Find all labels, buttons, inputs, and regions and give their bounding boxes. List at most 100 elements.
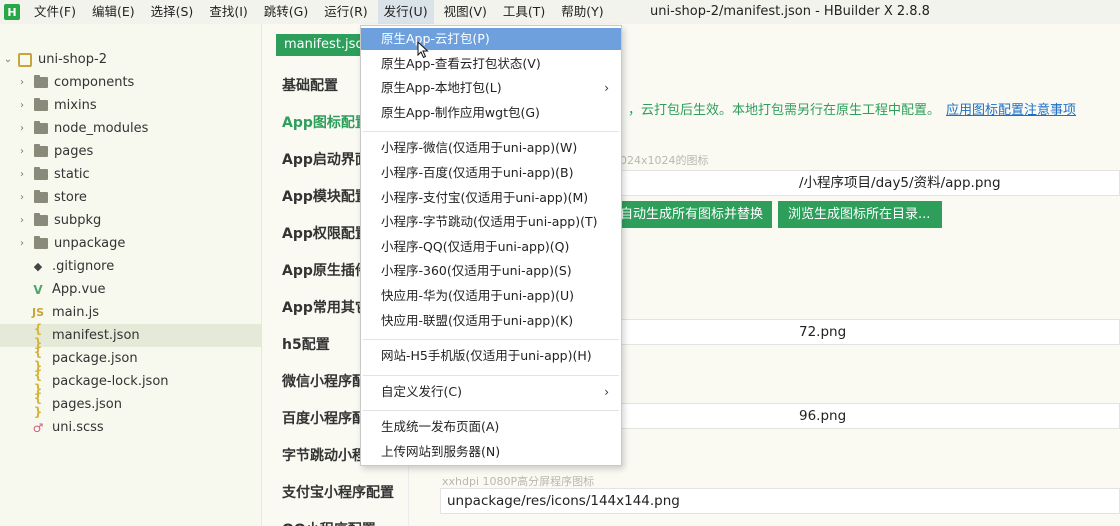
browse-icons-button[interactable]: 浏览生成图标所在目录... <box>778 201 942 228</box>
menu-item-label: 小程序-微信(仅适用于uni-app)(W) <box>381 140 578 156</box>
publish-menu-item[interactable]: 生成统一发布页面(A) <box>361 416 621 438</box>
mouse-cursor-icon <box>417 41 429 59</box>
tree-label: mixins <box>54 98 97 113</box>
chevron-right-icon[interactable]: › <box>16 238 28 249</box>
menu-item-label: 快应用-联盟(仅适用于uni-app)(K) <box>381 312 574 328</box>
menu-item-label: 小程序-百度(仅适用于uni-app)(B) <box>381 165 574 180</box>
folder-icon <box>34 121 48 134</box>
tree-item[interactable]: › components <box>0 71 262 94</box>
tree-item[interactable]: ◆ .gitignore <box>0 255 262 278</box>
vue-file-icon: V <box>33 282 43 297</box>
tree-item[interactable]: V App.vue <box>0 278 262 301</box>
icon-144-field[interactable]: unpackage/res/icons/144x144.png <box>440 488 1120 514</box>
publish-menu-item[interactable]: 原生App-查看云打包状态(V) <box>361 53 621 75</box>
tree-label: pages <box>54 144 94 159</box>
menu-select[interactable]: 选择(S) <box>145 0 200 24</box>
menu-item-label: 自定义发行(C) <box>381 383 462 399</box>
chevron-right-icon[interactable]: › <box>16 192 28 203</box>
publish-menu-item[interactable]: 小程序-360(仅适用于uni-app)(S) <box>361 260 621 282</box>
publish-menu-item[interactable]: 小程序-支付宝(仅适用于uni-app)(M) <box>361 187 621 209</box>
publish-menu-item[interactable]: 小程序-字节跳动(仅适用于uni-app)(T) <box>361 211 621 233</box>
tree-item[interactable]: › subpkg <box>0 209 262 232</box>
tree-label: App.vue <box>52 282 106 297</box>
config-nav-item[interactable]: App权限配置 <box>282 223 369 243</box>
tree-item[interactable]: › static <box>0 163 262 186</box>
config-nav-item[interactable]: App图标配置 <box>282 112 369 132</box>
tree-project-root[interactable]: ⌄ uni-shop-2 <box>0 48 262 71</box>
tree-item[interactable]: › unpackage <box>0 232 262 255</box>
tree-label: pages.json <box>52 397 122 412</box>
config-nav-item[interactable]: App模块配置 <box>282 186 369 206</box>
chevron-down-icon[interactable]: ⌄ <box>2 54 14 65</box>
folder-icon <box>34 213 48 226</box>
publish-menu-dropdown: 原生App-云打包(P) 原生App-查看云打包状态(V) 原生App-本地打包(L… <box>360 25 622 466</box>
js-file-icon: JS <box>31 306 44 319</box>
tree-label: components <box>54 75 135 90</box>
folder-icon <box>34 75 48 88</box>
menu-item-label: 生成统一发布页面(A) <box>381 419 500 435</box>
config-nav-item[interactable]: h5配置 <box>282 334 330 354</box>
autogen-icons-button[interactable]: 自动生成所有图标并替换 <box>612 201 772 228</box>
menu-help[interactable]: 帮助(Y) <box>555 0 609 24</box>
chevron-right-icon[interactable]: › <box>16 100 28 111</box>
tree-item[interactable]: › node_modules <box>0 117 262 140</box>
tree-item[interactable]: › store <box>0 186 262 209</box>
menu-goto[interactable]: 跳转(G) <box>258 0 314 24</box>
hint-xxhdpi: xxhdpi 1080P高分屏程序图标 <box>442 475 595 488</box>
tree-label: static <box>54 167 90 182</box>
menu-item-label: 原生App-云打包(P) <box>381 31 490 46</box>
chevron-right-icon[interactable]: › <box>16 146 28 157</box>
folder-icon <box>34 144 48 157</box>
menu-file[interactable]: 文件(F) <box>28 0 82 24</box>
menu-view[interactable]: 视图(V) <box>438 0 493 24</box>
publish-menu-item[interactable]: 原生App-云打包(P) <box>361 28 621 50</box>
chevron-right-icon[interactable]: › <box>16 77 28 88</box>
menu-tools[interactable]: 工具(T) <box>497 0 551 24</box>
folder-icon <box>34 98 48 111</box>
project-explorer: ⌄ uni-shop-2 › components › mixins › node_mod… <box>0 24 262 526</box>
chevron-right-icon[interactable]: › <box>16 215 28 226</box>
menu-separator <box>363 410 619 412</box>
publish-menu-item[interactable]: 快应用-联盟(仅适用于uni-app)(K) <box>361 310 621 332</box>
folder-icon <box>34 190 48 203</box>
menu-separator <box>363 339 619 341</box>
menubar: H 文件(F) 编辑(E) 选择(S) 查找(I) 跳转(G) 运行(R) 发行… <box>0 0 1120 24</box>
tree-label: node_modules <box>54 121 149 136</box>
hbuilder-logo-icon: H <box>4 4 20 20</box>
tree-label: unpackage <box>54 236 126 251</box>
menu-run[interactable]: 运行(R) <box>318 0 373 24</box>
note-text: ，云打包后生效。本地打包需另行在原生工程中配置。 <box>628 103 941 118</box>
chevron-right-icon[interactable]: › <box>16 123 28 134</box>
config-nav-item[interactable]: 支付宝小程序配置 <box>282 482 394 502</box>
window-title: uni-shop-2/manifest.json - HBuilder X 2.… <box>650 4 930 19</box>
tree-label: manifest.json <box>52 328 140 343</box>
hint-1024: 024x1024的图标 <box>620 154 709 167</box>
publish-menu-item[interactable]: 上传网站到服务器(N) <box>361 441 621 463</box>
config-nav-item[interactable]: 基础配置 <box>282 75 338 95</box>
tree-item[interactable]: › mixins <box>0 94 262 117</box>
note-link[interactable]: 应用图标配置注意事项 <box>946 103 1076 118</box>
tree-item[interactable]: › pages <box>0 140 262 163</box>
publish-menu-item[interactable]: 小程序-百度(仅适用于uni-app)(B) <box>361 162 621 184</box>
publish-menu-item[interactable]: 网站-H5手机版(仅适用于uni-app)(H) <box>361 345 621 367</box>
publish-menu-item[interactable]: 快应用-华为(仅适用于uni-app)(U) <box>361 285 621 307</box>
tree-label: store <box>54 190 87 205</box>
menu-item-label: 小程序-支付宝(仅适用于uni-app)(M) <box>381 189 589 205</box>
menu-edit[interactable]: 编辑(E) <box>86 0 141 24</box>
publish-menu-item[interactable]: 小程序-微信(仅适用于uni-app)(W) <box>361 137 621 159</box>
publish-menu-item[interactable]: 自定义发行(C) › <box>361 381 621 403</box>
config-nav-item[interactable]: QQ小程序配置 <box>282 519 376 526</box>
chevron-right-icon[interactable]: › <box>16 169 28 180</box>
git-file-icon: ◆ <box>33 260 43 273</box>
publish-menu-item[interactable]: 原生App-制作应用wgt包(G) <box>361 102 621 124</box>
publish-menu-item[interactable]: 原生App-本地打包(L) › <box>361 77 621 99</box>
tree-item[interactable]: { } pages.json <box>0 391 262 419</box>
menu-find[interactable]: 查找(I) <box>203 0 253 24</box>
menu-item-label: 原生App-本地打包(L) <box>381 80 502 96</box>
tree-item[interactable]: ♂ uni.scss <box>0 416 262 439</box>
menu-item-label: 原生App-制作应用wgt包(G) <box>381 104 540 120</box>
publish-menu-item[interactable]: 小程序-QQ(仅适用于uni-app)(Q) <box>361 236 621 258</box>
menu-separator <box>363 374 619 376</box>
menu-publish[interactable]: 发行(U) <box>377 0 434 24</box>
scss-file-icon: ♂ <box>32 420 44 435</box>
